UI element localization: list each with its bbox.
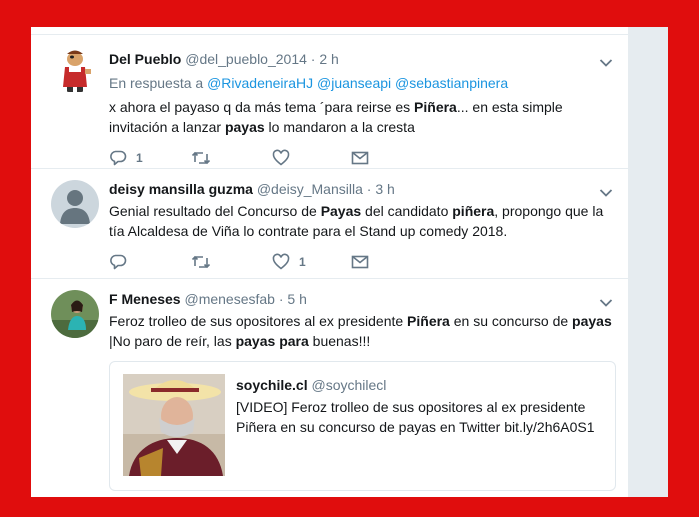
text-span: lo mandaron a la cresta — [264, 119, 415, 135]
highlight: Payas — [320, 203, 362, 219]
heart-icon — [272, 149, 290, 167]
username[interactable]: @deisy_Mansilla — [257, 181, 363, 197]
text-span: |No paro de reír, las — [109, 333, 236, 349]
tweet[interactable]: F Meneses @menesesfab · 5 h Feroz trolle… — [31, 279, 628, 497]
text-span: en su concurso de — [449, 313, 573, 329]
text-span: buenas!!! — [308, 333, 371, 349]
highlight: payas — [572, 313, 612, 329]
separator-dot: · — [278, 291, 284, 307]
highlight: Piñera — [407, 313, 450, 329]
like-button[interactable]: 1 — [272, 252, 306, 272]
display-name[interactable]: Del Pueblo — [109, 51, 181, 67]
red-frame-right — [668, 27, 699, 497]
cartoon-avatar[interactable] — [51, 45, 99, 93]
like-button[interactable] — [272, 148, 299, 168]
chevron-down-icon[interactable] — [599, 55, 613, 67]
highlight: Piñera — [414, 99, 457, 115]
tweet-text: Feroz trolleo de sus opositores al ex pr… — [109, 311, 619, 351]
highlight: payas — [235, 333, 276, 349]
chevron-down-icon[interactable] — [599, 185, 613, 197]
retweet-icon — [191, 149, 211, 167]
direct-message-button[interactable] — [351, 252, 369, 272]
retweet-button[interactable] — [191, 148, 220, 168]
tweet-header: Del Pueblo @del_pueblo_2014 · 2 h — [109, 51, 339, 67]
highlight: para — [279, 333, 309, 349]
red-frame-left — [0, 27, 31, 497]
tweet-header: F Meneses @menesesfab · 5 h — [109, 291, 307, 307]
mention-link[interactable]: @juanseapi — [317, 75, 391, 91]
tweet-text: Genial resultado del Concurso de Payas d… — [109, 201, 619, 241]
mention-link[interactable]: @sebastianpinera — [395, 75, 508, 91]
username[interactable]: @del_pueblo_2014 — [185, 51, 307, 67]
timeline-feed: Del Pueblo @del_pueblo_2014 · 2 h En res… — [31, 27, 628, 497]
chevron-down-icon[interactable] — [599, 295, 613, 307]
card-thumbnail[interactable] — [123, 374, 225, 476]
feed-gutter — [628, 27, 668, 497]
text-span: del candidato — [361, 203, 453, 219]
text-span: Genial resultado del Concurso de — [109, 203, 321, 219]
display-name[interactable]: F Meneses — [109, 291, 181, 307]
highlight: payas — [224, 119, 265, 135]
text-span: x ahora el payaso q da más tema ´para re… — [109, 99, 415, 115]
tweet[interactable]: Del Pueblo @del_pueblo_2014 · 2 h En res… — [31, 35, 628, 169]
red-frame-bottom — [0, 497, 699, 517]
card-username: @soychilecl — [311, 377, 387, 393]
quoted-link-card[interactable]: soychile.cl @soychilecl [VIDEO] Feroz tr… — [109, 361, 616, 491]
reply-prefix: En respuesta a — [109, 75, 204, 91]
text-span: Feroz trolleo de sus opositores al ex pr… — [109, 313, 408, 329]
reply-icon — [109, 253, 127, 271]
envelope-icon — [351, 253, 369, 271]
retweet-icon — [191, 253, 211, 271]
retweet-button[interactable] — [191, 252, 220, 272]
highlight: piñera — [452, 203, 495, 219]
like-count: 1 — [299, 255, 306, 269]
card-text: [VIDEO] Feroz trolleo de sus opositores … — [236, 399, 595, 435]
mention-link[interactable]: @RivadeneiraHJ — [207, 75, 313, 91]
display-name[interactable]: deisy mansilla guzma — [109, 181, 253, 197]
red-frame-top — [0, 0, 699, 27]
card-display-name: soychile.cl — [236, 377, 308, 393]
timestamp[interactable]: 2 h — [319, 51, 338, 67]
reply-icon — [109, 149, 127, 167]
timestamp[interactable]: 3 h — [375, 181, 394, 197]
timestamp[interactable]: 5 h — [287, 291, 306, 307]
photo-avatar[interactable] — [51, 290, 99, 338]
reply-count: 1 — [136, 151, 143, 165]
envelope-icon — [351, 149, 369, 167]
tweet-text: x ahora el payaso q da más tema ´para re… — [109, 97, 619, 137]
separator-dot: · — [366, 181, 372, 197]
tweet[interactable]: deisy mansilla guzma @deisy_Mansilla · 3… — [31, 169, 628, 279]
reply-button[interactable] — [109, 252, 136, 272]
default-avatar[interactable] — [51, 180, 99, 228]
username[interactable]: @menesesfab — [184, 291, 274, 307]
reply-context: En respuesta a @RivadeneiraHJ @juanseapi… — [109, 75, 508, 91]
tweet-header: deisy mansilla guzma @deisy_Mansilla · 3… — [109, 181, 395, 197]
separator-dot: · — [310, 51, 316, 67]
direct-message-button[interactable] — [351, 148, 369, 168]
card-author[interactable]: soychile.cl @soychilecl — [236, 377, 386, 393]
heart-icon — [272, 253, 290, 271]
reply-button[interactable]: 1 — [109, 148, 143, 168]
